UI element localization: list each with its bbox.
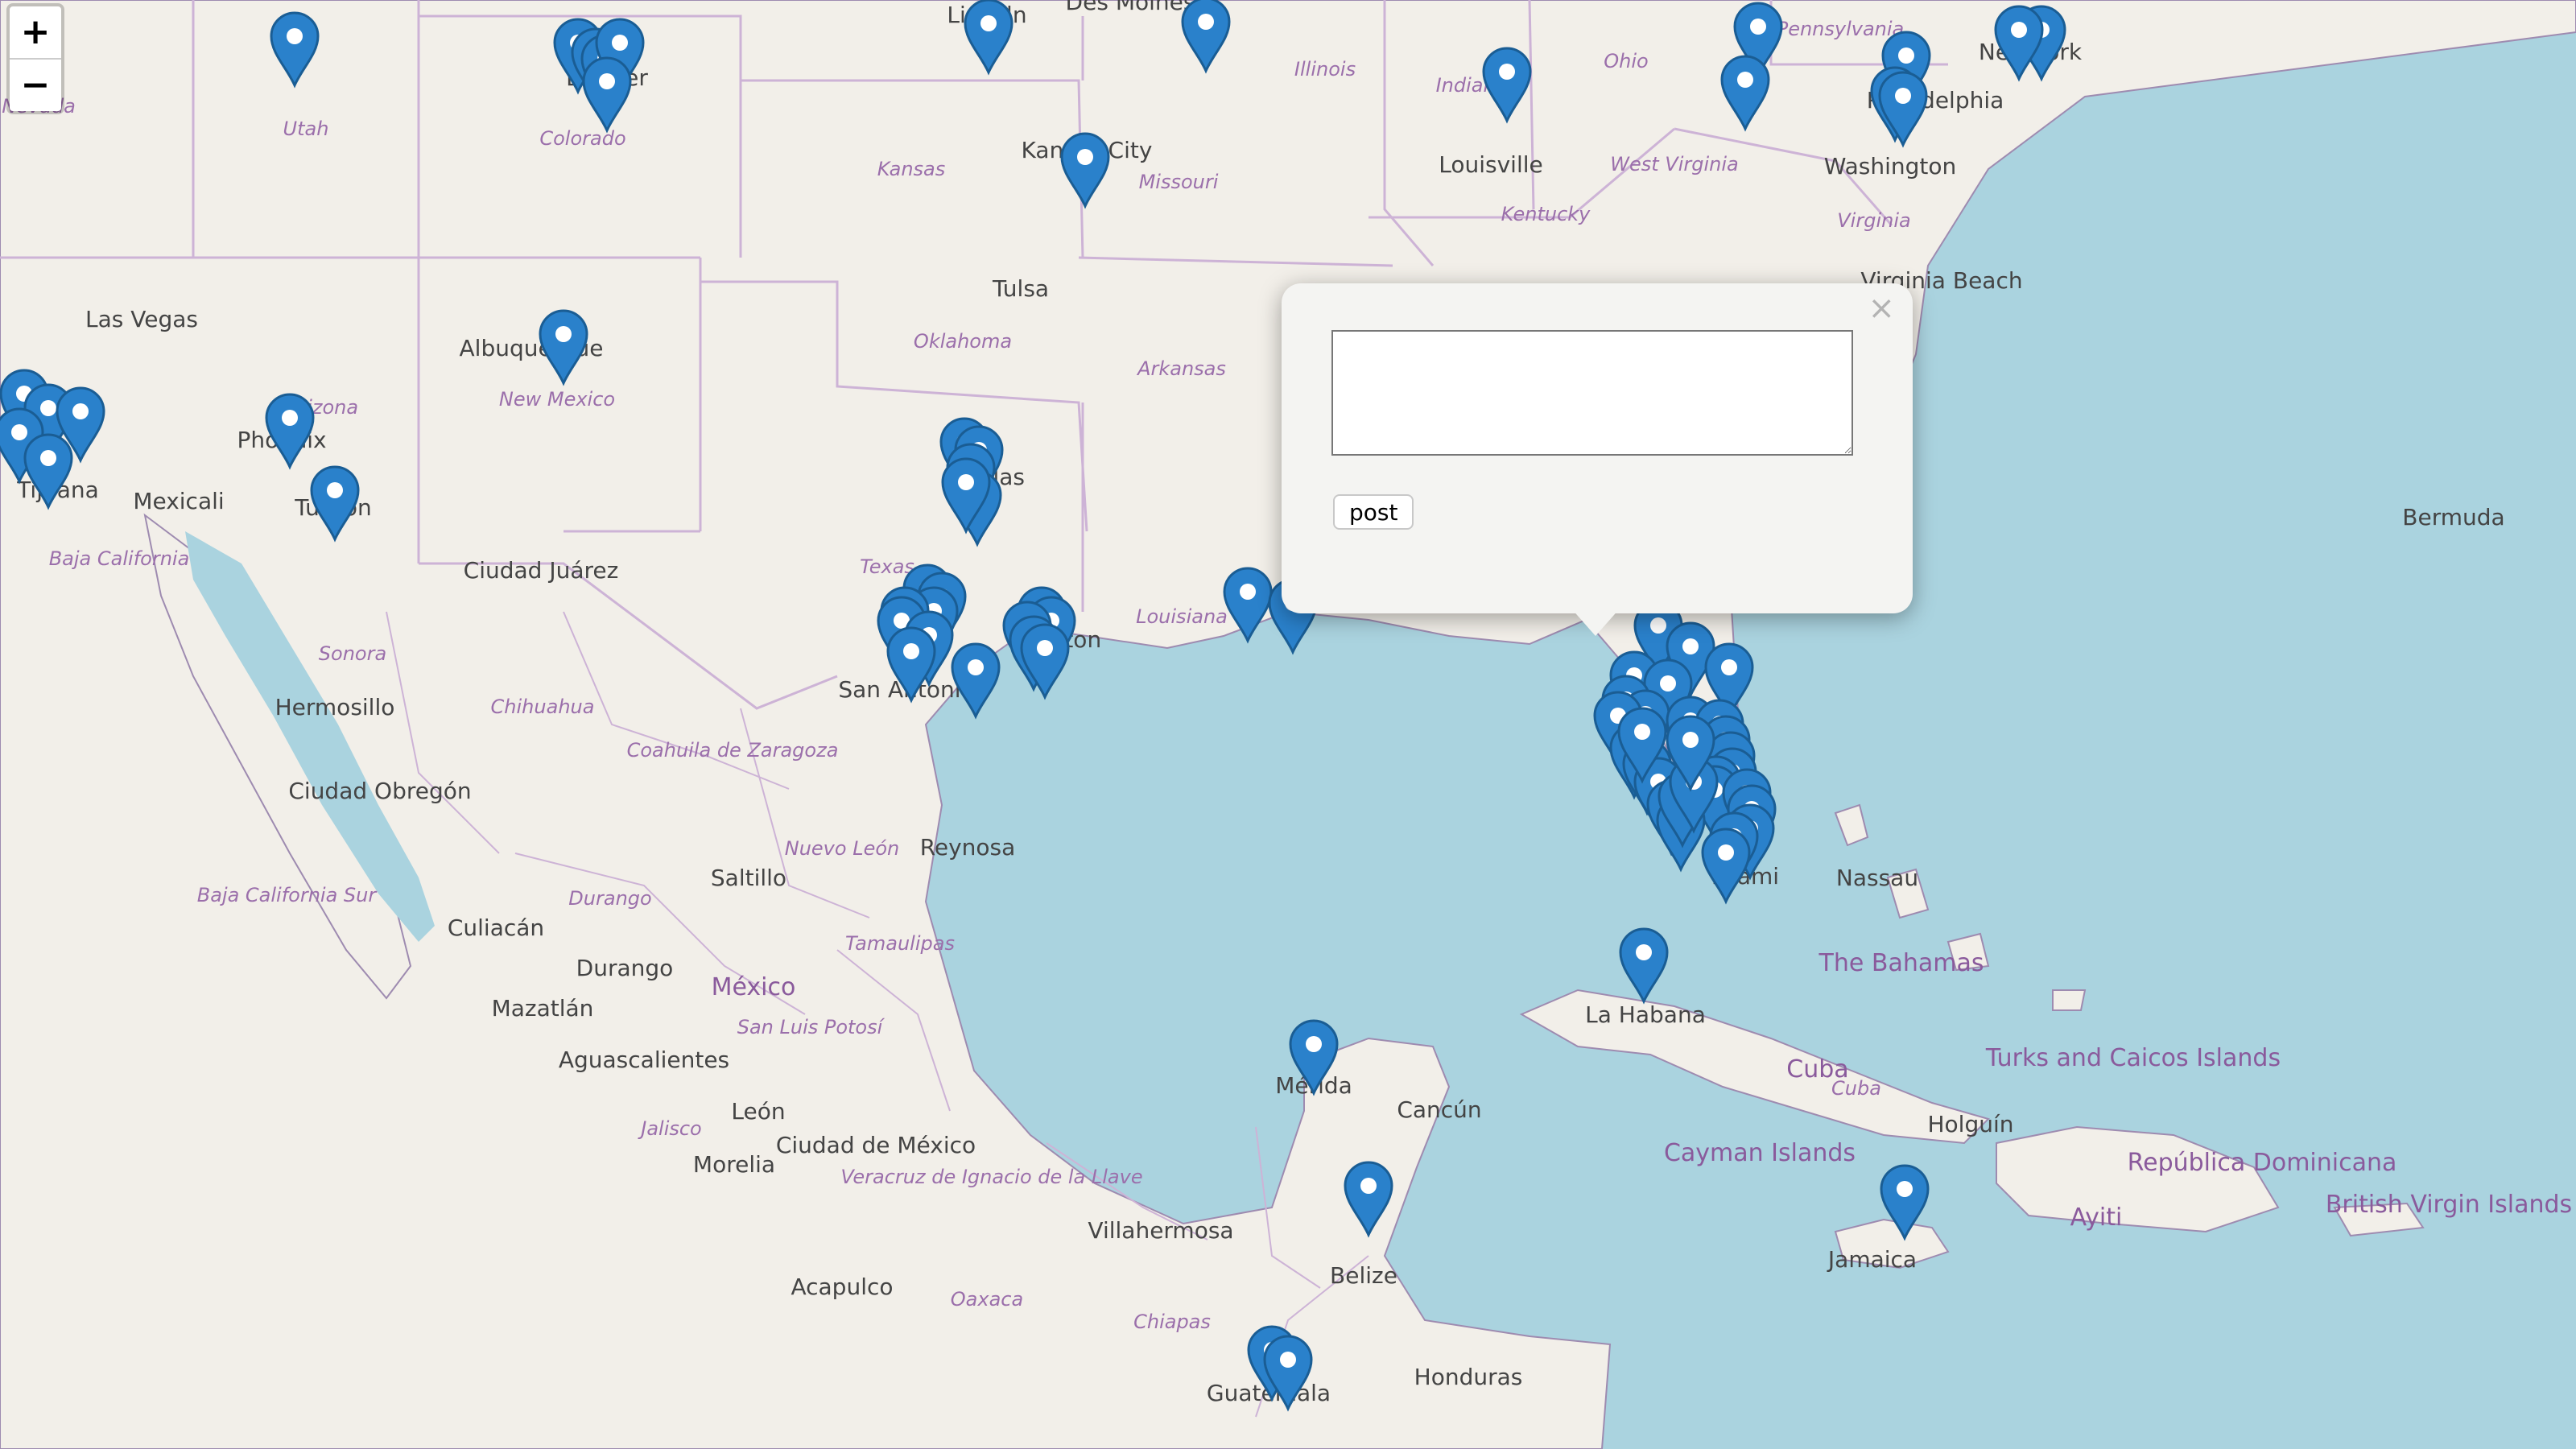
city-label: Reynosa: [920, 834, 1016, 861]
region-label: Louisiana: [1136, 605, 1228, 628]
region-label: Texas: [860, 555, 914, 578]
map-marker-icon[interactable]: [1619, 927, 1669, 1003]
map-marker-icon[interactable]: [1020, 623, 1070, 699]
city-label: Bermuda: [2402, 504, 2504, 530]
close-icon[interactable]: ×: [1868, 290, 1895, 327]
city-label: Saltillo: [711, 865, 786, 891]
region-label: Kansas: [877, 158, 946, 180]
region-label: Illinois: [1294, 58, 1356, 80]
city-label: Holguín: [1927, 1111, 2013, 1137]
region-label: Utah: [283, 118, 329, 140]
zoom-in-button[interactable]: +: [10, 6, 61, 60]
region-label: New Mexico: [499, 388, 615, 411]
city-label: Tulsa: [992, 275, 1049, 302]
city-label: Belize: [1330, 1262, 1397, 1289]
city-label: Des Moines: [1066, 0, 1195, 15]
region-label: Tamaulipas: [845, 932, 955, 955]
country-label: Turks and Caicos Islands: [1985, 1044, 2281, 1072]
region-label: Oaxaca: [951, 1288, 1023, 1311]
city-label: Honduras: [1414, 1364, 1523, 1390]
region-label: West Virginia: [1610, 153, 1738, 175]
map-canvas[interactable]: Nevada Utah Colorado Kansas Missouri Ill…: [0, 0, 2576, 1449]
city-label: Louisville: [1439, 151, 1543, 178]
region-label: Jalisco: [638, 1117, 702, 1140]
city-label: Ciudad de México: [776, 1132, 976, 1158]
region-label: Ohio: [1604, 50, 1648, 72]
city-label: Hermosillo: [275, 694, 395, 720]
city-label: Washington: [1824, 153, 1957, 180]
city-label: Culiacán: [448, 914, 544, 941]
region-label: Baja California: [49, 547, 190, 570]
city-label: Villahermosa: [1088, 1217, 1233, 1244]
country-label: Cuba: [1786, 1055, 1848, 1084]
country-label: República Dominicana: [2128, 1149, 2397, 1177]
map-marker-icon[interactable]: [1701, 828, 1751, 903]
city-label: Ciudad Obregón: [288, 778, 471, 804]
post-button[interactable]: post: [1333, 494, 1414, 530]
city-label: Acapulco: [791, 1274, 893, 1300]
city-label: Ciudad Juárez: [464, 557, 619, 584]
comment-popup: × post: [1282, 283, 1913, 613]
region-label: Sonora: [319, 642, 386, 665]
city-label: Cancún: [1397, 1096, 1481, 1123]
country-label: British Virgin Islands: [2326, 1191, 2572, 1219]
zoom-control: + −: [6, 3, 64, 114]
map-marker-icon[interactable]: [951, 642, 1001, 718]
city-label: Las Vegas: [85, 306, 198, 332]
region-label: Baja California Sur: [197, 884, 378, 906]
region-label: Colorado: [539, 127, 625, 150]
region-label: Chihuahua: [491, 696, 595, 718]
region-label: Nuevo León: [785, 837, 899, 860]
country-label: The Bahamas: [1818, 949, 1984, 977]
city-label: Nassau: [1836, 865, 1918, 891]
region-label: Virginia: [1837, 209, 1910, 232]
region-label: Pennsylvania: [1777, 18, 1905, 40]
country-label: Ayiti: [2070, 1203, 2123, 1232]
region-label: Oklahoma: [914, 330, 1012, 353]
region-label: Missouri: [1139, 171, 1219, 193]
region-label: Chiapas: [1133, 1311, 1211, 1333]
country-label: México: [712, 973, 796, 1001]
zoom-out-button[interactable]: −: [10, 60, 61, 111]
city-label: Mexicali: [133, 488, 224, 514]
popup-tip: [1571, 609, 1620, 636]
city-label: La Habana: [1585, 1001, 1706, 1028]
region-label: Durango: [568, 887, 651, 910]
city-label: León: [731, 1098, 785, 1125]
city-label: Morelia: [693, 1151, 775, 1178]
city-label: Jamaica: [1827, 1246, 1917, 1273]
city-label: Durango: [576, 955, 674, 981]
region-label: Coahuila de Zaragoza: [627, 739, 839, 762]
land: [0, 0, 2576, 1449]
region-label: Veracruz de Ignacio de la Llave: [840, 1166, 1142, 1188]
country-label: Cayman Islands: [1664, 1139, 1856, 1167]
comment-textarea[interactable]: [1331, 330, 1853, 456]
region-label: San Luis Potosí: [737, 1016, 886, 1038]
city-label: Aguascalientes: [559, 1046, 729, 1073]
region-label: Kentucky: [1501, 203, 1591, 225]
city-label: Mazatlán: [492, 995, 594, 1022]
region-label: Arkansas: [1136, 357, 1226, 380]
